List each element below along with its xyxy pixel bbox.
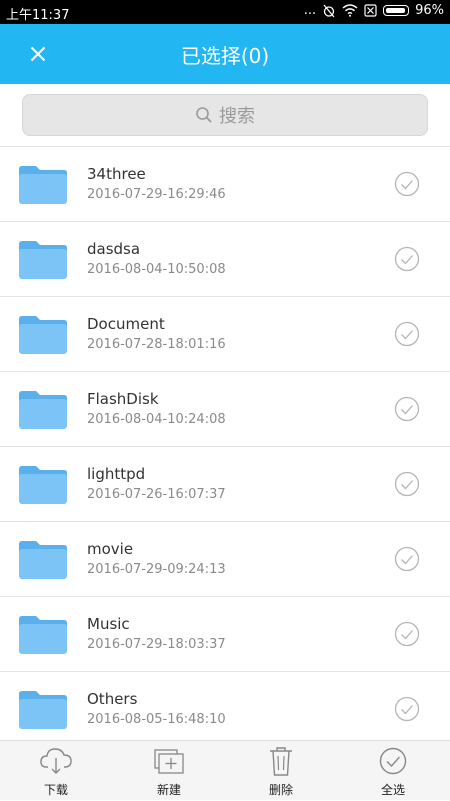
download-button[interactable]: 下载 [16, 745, 96, 801]
battery-percent: 96% [415, 3, 444, 18]
app-bar: 已选择(0) [0, 24, 450, 84]
folder-icon [19, 316, 67, 354]
check-circle-icon[interactable] [394, 546, 420, 572]
file-name: FlashDisk [87, 390, 159, 408]
file-date: 2016-08-04-10:50:08 [87, 262, 226, 277]
file-date: 2016-08-05-16:48:10 [87, 712, 226, 727]
cloud-download-icon [40, 748, 72, 774]
file-date: 2016-07-26-16:07:37 [87, 487, 226, 502]
file-date: 2016-07-29-18:03:37 [87, 637, 226, 652]
file-row-dasdsa[interactable]: dasdsa 2016-08-04-10:50:08 [0, 221, 450, 296]
check-circle-icon[interactable] [394, 696, 420, 722]
search-icon [196, 107, 212, 123]
file-row-34three[interactable]: 34three 2016-07-29-16:29:46 [0, 146, 450, 221]
select-all-label: 全选 [380, 783, 405, 797]
sim-off-icon [364, 4, 377, 17]
new-button[interactable]: 新建 [129, 745, 209, 801]
folder-icon [19, 466, 67, 504]
search-placeholder: 搜索 [219, 106, 255, 127]
delete-button[interactable]: 删除 [241, 745, 321, 801]
folder-icon [19, 616, 67, 654]
file-name: movie [87, 540, 134, 558]
folder-icon [19, 541, 67, 579]
folder-icon [19, 391, 67, 429]
new-label: 新建 [156, 783, 181, 797]
file-name: Document [87, 315, 165, 333]
file-date: 2016-07-29-16:29:46 [87, 187, 226, 202]
alarm-off-icon [322, 4, 336, 18]
battery-icon [383, 5, 410, 16]
file-row-lighttpd[interactable]: lighttpd 2016-07-26-16:07:37 [0, 446, 450, 521]
download-label: 下载 [43, 783, 68, 797]
file-name: dasdsa [87, 240, 141, 258]
file-row-flashdisk[interactable]: FlashDisk 2016-08-04-10:24:08 [0, 371, 450, 446]
search-area: 搜索 [0, 84, 450, 146]
check-circle-icon [379, 747, 407, 775]
check-circle-icon[interactable] [394, 621, 420, 647]
check-circle-icon[interactable] [394, 396, 420, 422]
file-name: Music [87, 615, 130, 633]
check-circle-icon[interactable] [394, 321, 420, 347]
file-row-music[interactable]: Music 2016-07-29-18:03:37 [0, 596, 450, 671]
check-circle-icon[interactable] [394, 471, 420, 497]
check-circle-icon[interactable] [394, 171, 420, 197]
new-folder-icon [154, 749, 184, 774]
file-row-others[interactable]: Others 2016-08-05-16:48:10 [0, 671, 450, 746]
file-name: Others [87, 690, 138, 708]
file-name: 34three [87, 165, 146, 183]
page-title: 已选择(0) [180, 44, 270, 68]
file-date: 2016-07-29-09:24:13 [87, 562, 226, 577]
bottom-toolbar: 下载 新建 删除 全选 [0, 740, 450, 800]
select-all-button[interactable]: 全选 [353, 745, 433, 801]
status-dots: ... [303, 3, 317, 18]
delete-label: 删除 [268, 783, 293, 797]
folder-icon [19, 241, 67, 279]
status-bar: 上午11:37 ... 96% [0, 0, 450, 24]
search-input[interactable]: 搜索 [22, 94, 428, 136]
folder-icon [19, 166, 67, 204]
file-row-movie[interactable]: movie 2016-07-29-09:24:13 [0, 521, 450, 596]
status-time: 上午11:37 [6, 8, 70, 23]
file-date: 2016-08-04-10:24:08 [87, 412, 226, 427]
check-circle-icon[interactable] [394, 246, 420, 272]
file-list: 34three 2016-07-29-16:29:46 dasdsa 2016-… [0, 146, 450, 746]
folder-icon [19, 691, 67, 729]
wifi-icon [342, 4, 358, 17]
status-icons: ... 96% [304, 3, 444, 18]
file-date: 2016-07-28-18:01:16 [87, 337, 226, 352]
file-name: lighttpd [87, 465, 146, 483]
trash-icon [270, 747, 292, 776]
file-row-document[interactable]: Document 2016-07-28-18:01:16 [0, 296, 450, 371]
